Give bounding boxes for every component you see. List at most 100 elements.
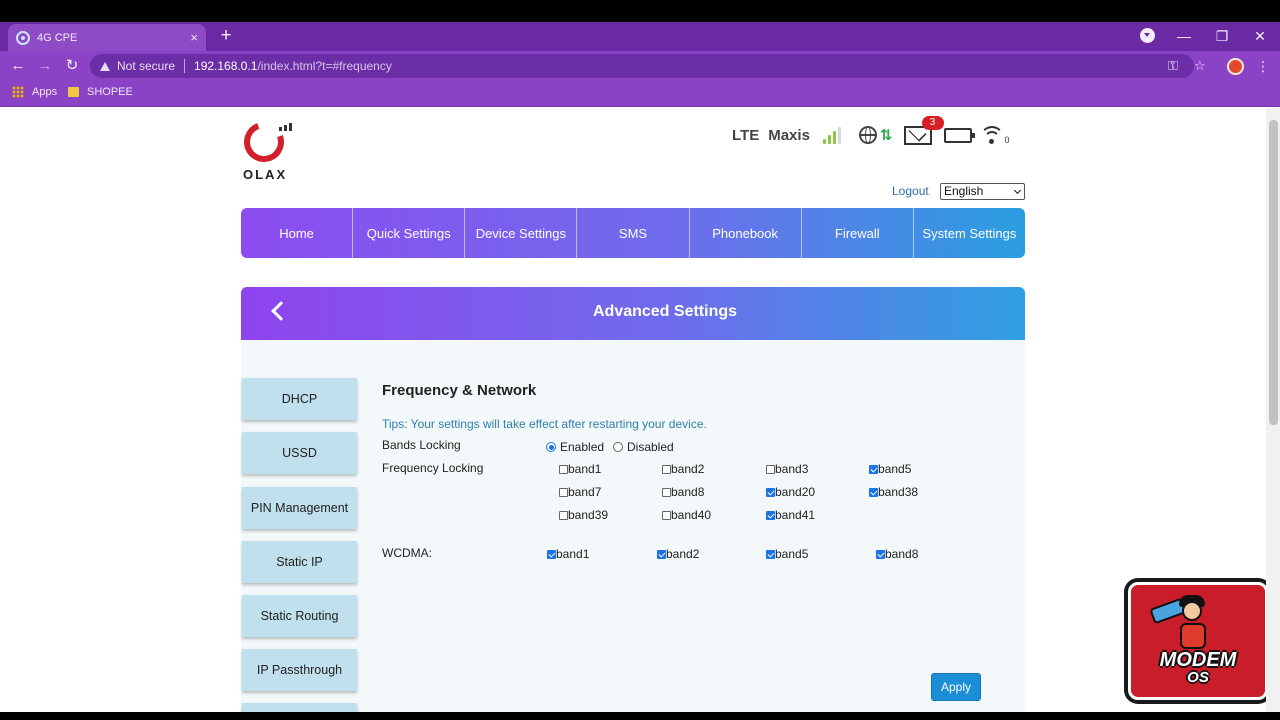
bookmark-shopee-label: SHOPEE xyxy=(87,86,133,98)
side-menu-static-ip[interactable]: Static IP xyxy=(242,541,357,583)
lte-band8-checkbox[interactable]: band8 xyxy=(662,485,704,499)
nav-home[interactable]: Home xyxy=(241,208,354,258)
lte-band5-checkbox[interactable]: band5 xyxy=(869,462,911,476)
maximize-button[interactable]: ❐ xyxy=(1210,26,1234,46)
key-icon[interactable]: ⚿ xyxy=(1168,57,1178,75)
radio-disabled[interactable]: Disabled xyxy=(613,440,674,454)
nav-firewall[interactable]: Firewall xyxy=(802,208,914,258)
checkbox-label: band41 xyxy=(775,508,816,522)
side-menu-ussd[interactable]: USSD xyxy=(242,432,357,474)
wcdma-band1-checkbox[interactable]: band1 xyxy=(547,547,589,561)
minimize-button[interactable]: — xyxy=(1172,26,1196,46)
web-page: OLAX LTE Maxis ⇅ 3 0 Logout English Home… xyxy=(0,108,1266,712)
screen-bottom-bar xyxy=(0,712,1280,720)
side-menu-dhcp[interactable]: DHCP xyxy=(242,378,357,420)
checkbox-box[interactable] xyxy=(657,549,666,559)
checkbox-label: band8 xyxy=(885,547,919,561)
checkbox-box[interactable] xyxy=(766,464,775,474)
checkbox-label: band5 xyxy=(878,462,912,476)
mascot-icon xyxy=(1149,595,1213,653)
signal-strength-icon xyxy=(822,126,845,144)
close-window-button[interactable]: ✕ xyxy=(1248,26,1272,46)
wifi-icon xyxy=(979,126,1004,144)
nav-device-settings[interactable]: Device Settings xyxy=(465,208,578,258)
favicon-icon xyxy=(16,30,30,45)
nav-quick-settings[interactable]: Quick Settings xyxy=(353,208,466,258)
side-menu-pin-management[interactable]: PIN Management xyxy=(242,487,357,529)
nav-phonebook[interactable]: Phonebook xyxy=(690,208,802,258)
section-title: Frequency & Network xyxy=(382,382,537,399)
side-menu-more[interactable] xyxy=(242,703,357,712)
unread-badge: 3 xyxy=(921,115,944,130)
tab-title: 4G CPE xyxy=(37,31,78,44)
url-path: /index.html?t=#frequency xyxy=(257,59,392,73)
radio-enabled-control[interactable] xyxy=(546,442,556,452)
lte-band41-checkbox[interactable]: band41 xyxy=(766,508,815,522)
carrier-name: Maxis xyxy=(768,126,810,144)
checkbox-box[interactable] xyxy=(766,549,775,559)
lte-band40-checkbox[interactable]: band40 xyxy=(662,508,711,522)
radio-enabled[interactable]: Enabled xyxy=(546,440,604,454)
nav-sms[interactable]: SMS xyxy=(577,208,690,258)
checkbox-box[interactable] xyxy=(766,510,775,520)
lte-band38-checkbox[interactable]: band38 xyxy=(869,485,918,499)
mail-icon[interactable]: 3 xyxy=(903,115,944,145)
new-tab-button[interactable]: + xyxy=(216,26,236,46)
checkbox-box[interactable] xyxy=(559,487,568,497)
data-transfer-icon: ⇅ xyxy=(879,127,892,144)
scrollbar-thumb[interactable] xyxy=(1269,120,1278,425)
checkbox-box[interactable] xyxy=(547,549,556,559)
lte-band20-checkbox[interactable]: band20 xyxy=(766,485,815,499)
lte-band7-checkbox[interactable]: band7 xyxy=(559,485,601,499)
page-scrollbar[interactable] xyxy=(1266,108,1280,712)
star-icon[interactable]: ☆ xyxy=(1194,57,1206,75)
back-button[interactable]: ← xyxy=(7,55,29,77)
checkbox-box[interactable] xyxy=(662,510,671,520)
profile-avatar[interactable] xyxy=(1227,58,1244,75)
chevron-down-icon xyxy=(1013,186,1022,195)
nav-system-settings[interactable]: System Settings xyxy=(914,208,1025,258)
checkbox-box[interactable] xyxy=(662,464,671,474)
checkbox-box[interactable] xyxy=(559,464,568,474)
checkbox-label: band3 xyxy=(775,462,809,476)
bookmarks-bar: Apps SHOPEE xyxy=(0,81,1280,107)
security-label[interactable]: Not secure xyxy=(117,59,175,73)
address-bar[interactable]: Not secure 192.168.0.1/index.html?t=#fre… xyxy=(90,54,1206,78)
side-menu-ip-passthrough[interactable]: IP Passthrough xyxy=(242,649,357,691)
checkbox-box[interactable] xyxy=(766,487,775,497)
radio-disabled-label: Disabled xyxy=(627,440,674,454)
bookmark-shopee[interactable]: SHOPEE xyxy=(68,86,133,98)
tab-close-icon[interactable]: × xyxy=(190,30,198,45)
apply-button[interactable]: Apply xyxy=(931,673,981,701)
checkbox-box[interactable] xyxy=(559,510,568,520)
checkbox-box[interactable] xyxy=(662,487,671,497)
globe-icon xyxy=(858,126,877,144)
browser-tab[interactable]: 4G CPE × xyxy=(8,24,206,51)
wcdma-band5-checkbox[interactable]: band5 xyxy=(766,547,808,561)
url-text[interactable]: 192.168.0.1/index.html?t=#frequency xyxy=(194,59,392,73)
browser-menu-icon[interactable]: ⋮ xyxy=(1256,56,1270,76)
radio-disabled-control[interactable] xyxy=(613,442,623,452)
logo-signal-bars xyxy=(279,123,293,131)
lte-band1-checkbox[interactable]: band1 xyxy=(559,462,601,476)
logout-link[interactable]: Logout xyxy=(892,184,929,198)
address-separator xyxy=(184,59,186,73)
checkbox-box[interactable] xyxy=(869,464,878,474)
reload-button[interactable]: ↻ xyxy=(61,55,83,77)
wcdma-band8-checkbox[interactable]: band8 xyxy=(876,547,918,561)
checkbox-box[interactable] xyxy=(876,549,885,559)
frequency-network-panel: Frequency & Network Tips: Your settings … xyxy=(382,340,1022,712)
tab-search-icon[interactable] xyxy=(1140,28,1155,43)
network-type: LTE xyxy=(732,126,760,144)
lte-band2-checkbox[interactable]: band2 xyxy=(662,462,704,476)
side-menu-static-routing[interactable]: Static Routing xyxy=(242,595,357,637)
lte-band39-checkbox[interactable]: band39 xyxy=(559,508,608,522)
language-value: English xyxy=(944,184,984,198)
lte-band3-checkbox[interactable]: band3 xyxy=(766,462,808,476)
language-select[interactable]: English xyxy=(940,183,1025,200)
bookmark-apps[interactable]: Apps xyxy=(12,86,57,98)
wcdma-band2-checkbox[interactable]: band2 xyxy=(657,547,699,561)
forward-button[interactable]: → xyxy=(34,55,56,77)
checkbox-box[interactable] xyxy=(869,487,878,497)
checkbox-label: band40 xyxy=(671,508,712,522)
